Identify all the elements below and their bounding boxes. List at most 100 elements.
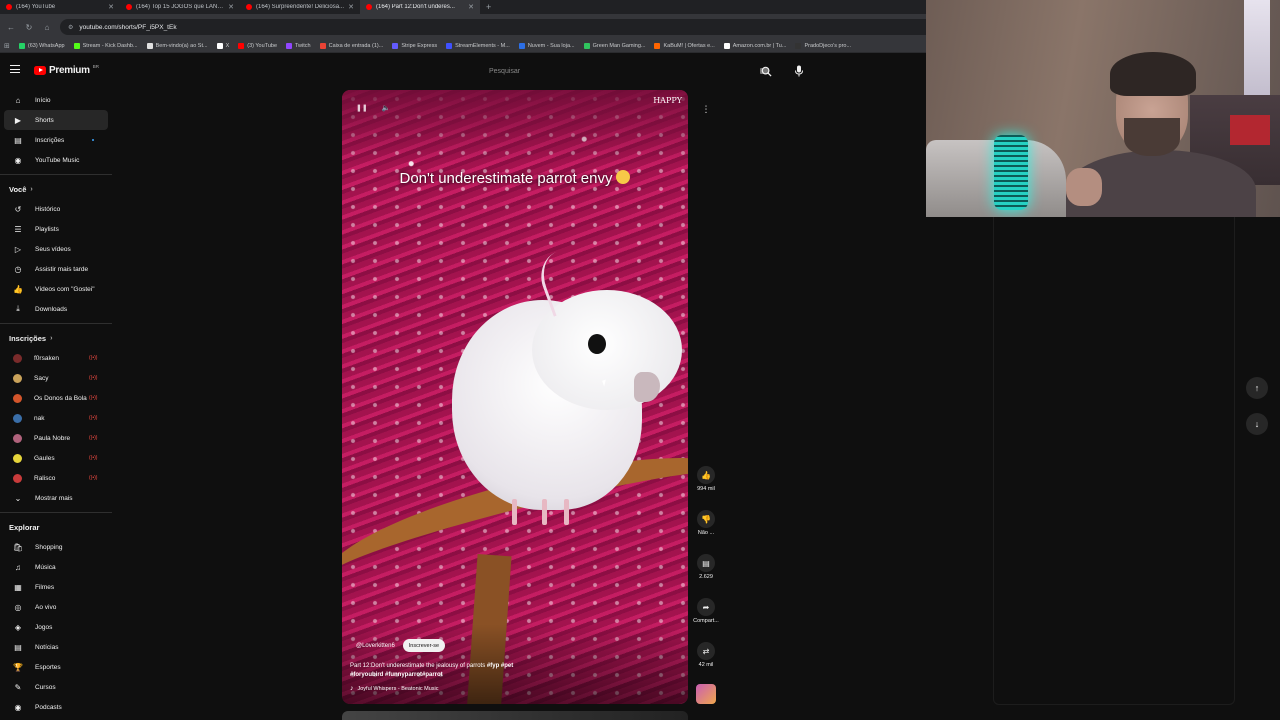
shorts-video-player[interactable]: ❚❚ 🔈 HAPPY Don't underestimate parrot en… — [342, 90, 688, 704]
sidebar-item-shorts[interactable]: ▶ Shorts — [4, 110, 108, 130]
bookmark-item[interactable]: Nuvem - Sua loja... — [518, 43, 575, 49]
sidebar-subscription[interactable]: Os Donos da Bola ((•)) — [4, 388, 108, 408]
comments-button[interactable]: ▤ — [697, 554, 715, 572]
remix-button[interactable]: ⇄ — [697, 642, 715, 660]
close-tab-icon[interactable]: ✕ — [468, 3, 474, 11]
browser-tab[interactable]: (164) Top 15 JOGOS que LANÇ... ✕ — [120, 0, 240, 14]
show-more-button[interactable]: ⌄ Mostrar mais — [4, 488, 108, 508]
youtube-premium-logo[interactable]: Premium BR — [34, 64, 99, 76]
bookmark-item[interactable]: (63) WhatsApp — [18, 43, 65, 49]
voice-search-button[interactable] — [790, 62, 808, 80]
sidebar-item-watch-later[interactable]: ◷ Assistir mais tarde — [4, 259, 108, 279]
share-button[interactable]: ➦ — [697, 598, 715, 616]
youtube-header: Premium BR Pesquisar — [0, 53, 926, 90]
movies-icon: ▦ — [14, 582, 22, 592]
next-short-preview[interactable] — [342, 711, 688, 720]
bookmark-item[interactable]: Bem-vindo(a) ao St... — [146, 43, 208, 49]
sidebar-item-label: Filmes — [35, 583, 55, 591]
sound-thumbnail[interactable] — [696, 684, 716, 704]
previous-short-button[interactable]: ↑ — [1246, 377, 1268, 399]
bookmark-item[interactable]: Amazon.com.br | Tu... — [723, 43, 786, 49]
close-tab-icon[interactable]: ✕ — [348, 3, 354, 11]
youtube-favicon-icon — [366, 4, 372, 10]
shorts-icon: ▶ — [14, 115, 22, 125]
right-empty-panel — [993, 217, 1235, 705]
sidebar-section-you[interactable]: Você › — [0, 179, 112, 199]
menu-icon[interactable] — [10, 65, 20, 73]
search-button[interactable] — [758, 62, 774, 80]
home-browser-icon[interactable]: ⌂ — [42, 23, 52, 32]
site-info-icon[interactable]: ⚙ — [68, 24, 73, 31]
sidebar-item-shopping[interactable]: 🛍 Shopping — [4, 537, 108, 557]
bookmark-item[interactable]: X — [216, 43, 229, 49]
youtube-favicon-icon — [6, 4, 12, 10]
sidebar-item-gaming[interactable]: ◈ Jogos — [4, 617, 108, 637]
sidebar-item-podcasts[interactable]: ◉ Podcasts — [4, 697, 108, 717]
sidebar-item-label: Assistir mais tarde — [35, 265, 89, 273]
sidebar-item-live[interactable]: ◎ Ao vivo — [4, 597, 108, 617]
thumbs-up-icon: 👍 — [701, 470, 711, 480]
bookmark-item[interactable]: Green Man Gaming... — [583, 43, 645, 49]
sidebar-item-liked-videos[interactable]: 👍 Vídeos com "Gostei" — [4, 279, 108, 299]
like-button[interactable]: 👍 — [697, 466, 715, 484]
apps-grid-icon[interactable]: ⊞ — [4, 42, 10, 50]
volume-icon[interactable]: 🔈 — [382, 104, 391, 112]
courses-icon: ✎ — [14, 682, 22, 692]
reload-icon[interactable]: ↻ — [24, 23, 34, 32]
description-hashtags[interactable]: #fyp #pet — [487, 663, 513, 669]
browser-tab[interactable]: (164) Part 12:Don't underes... ✕ — [360, 0, 480, 14]
sidebar-item-news[interactable]: ▤ Notícias — [4, 637, 108, 657]
bookmark-label: Nuvem - Sua loja... — [527, 43, 575, 49]
sidebar-section-subscriptions[interactable]: Inscrições › — [0, 328, 112, 348]
sidebar-item-sports[interactable]: 🏆 Esportes — [4, 657, 108, 677]
bookmark-item[interactable]: StreamElements - M... — [446, 43, 510, 49]
sidebar-item-music[interactable]: ♫ Música — [4, 557, 108, 577]
dislike-button[interactable]: 👎 — [697, 510, 715, 528]
bookmark-item[interactable]: PradoDjeco's pro... — [795, 43, 851, 49]
bookmark-item[interactable]: Stream - Kick Dashb... — [73, 43, 138, 49]
sidebar-item-playlists[interactable]: ☰ Playlists — [4, 219, 108, 239]
new-tab-icon[interactable]: + — [480, 0, 497, 14]
sidebar-item-courses[interactable]: ✎ Cursos — [4, 677, 108, 697]
browser-tab[interactable]: (164) YouTube ✕ — [0, 0, 120, 14]
search-icon — [761, 66, 772, 77]
share-action: ➦ Compart... — [690, 598, 722, 624]
channel-handle[interactable]: @Loverkitten6 — [356, 643, 395, 649]
bookmark-item[interactable]: Stripe Express — [392, 43, 437, 49]
bookmark-label: Bem-vindo(a) ao St... — [155, 43, 208, 49]
sidebar-item-your-videos[interactable]: ▷ Seus vídeos — [4, 239, 108, 259]
bookmark-favicon-icon — [583, 43, 590, 49]
music-row[interactable]: ♪ Joyful Whispers - Beatonic Music — [350, 685, 439, 692]
sidebar-item-subscriptions[interactable]: ▤ Inscrições — [4, 130, 108, 150]
more-options-icon[interactable]: ⋮ — [699, 104, 713, 115]
pause-icon[interactable]: ❚❚ — [356, 104, 368, 112]
next-short-button[interactable]: ↓ — [1246, 413, 1268, 435]
sidebar-item-youtube-music[interactable]: ◉ YouTube Music — [4, 150, 108, 170]
video-description[interactable]: Part 12:Don't underestimate the jealousy… — [350, 662, 580, 680]
sidebar-subscription[interactable]: Paula Nobre ((•)) — [4, 428, 108, 448]
dislike-label: Não ... — [697, 530, 715, 536]
sidebar-subscription[interactable]: Ralisco ((•)) — [4, 468, 108, 488]
sidebar-subscription[interactable]: Gaules ((•)) — [4, 448, 108, 468]
bookmark-item[interactable]: (3) YouTube — [238, 43, 277, 49]
sidebar-item-movies[interactable]: ▦ Filmes — [4, 577, 108, 597]
sidebar-subscription[interactable]: Sacy ((•)) — [4, 368, 108, 388]
back-icon[interactable]: ← — [6, 23, 16, 32]
bookmark-item[interactable]: KaBuM! | Ofertas e... — [654, 43, 715, 49]
sidebar-item-downloads[interactable]: ⤓ Downloads — [4, 299, 108, 319]
sidebar-subscription[interactable]: f0rsaken ((•)) — [4, 348, 108, 368]
search-input[interactable]: Pesquisar — [480, 62, 778, 80]
bookmark-favicon-icon — [654, 43, 661, 49]
bookmark-item[interactable]: Caixa de entrada (1)... — [319, 43, 383, 49]
close-tab-icon[interactable]: ✕ — [228, 3, 234, 11]
sidebar-item-home[interactable]: ⌂ Início — [4, 90, 108, 110]
sidebar-item-history[interactable]: ↺ Histórico — [4, 199, 108, 219]
close-tab-icon[interactable]: ✕ — [108, 3, 114, 11]
bookmark-item[interactable]: Twitch — [286, 43, 311, 49]
browser-tab[interactable]: (164) Surpreendente! Deliciosa... ✕ — [240, 0, 360, 14]
search-placeholder: Pesquisar — [489, 67, 521, 75]
webcam-person-hair-image — [1110, 52, 1196, 96]
subscribe-button[interactable]: Inscrever-se — [402, 639, 446, 652]
description-hashtags-2[interactable]: #foryoubird #funnyparrot#parrot — [350, 672, 443, 678]
sidebar-subscription[interactable]: nak ((•)) — [4, 408, 108, 428]
